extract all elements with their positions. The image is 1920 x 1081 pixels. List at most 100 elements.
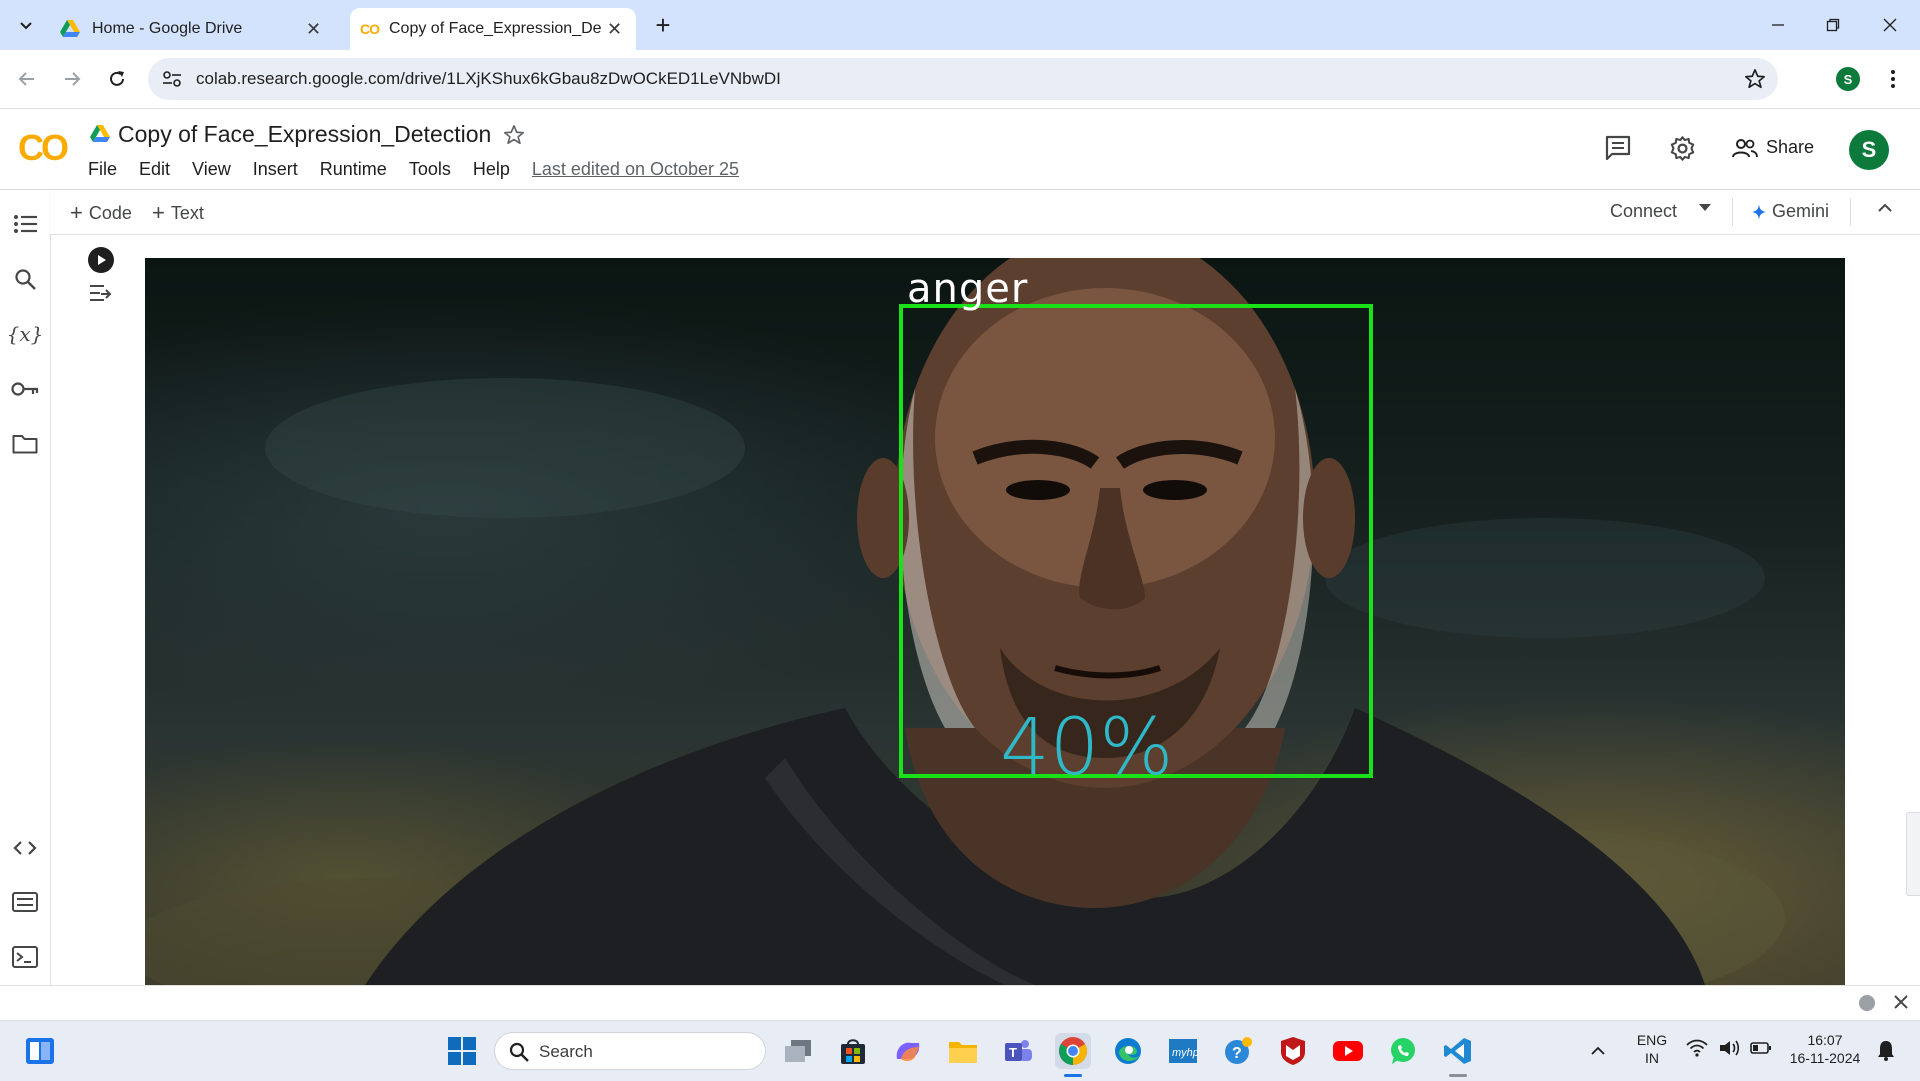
- cell-output-image: anger 40%: [145, 258, 1845, 985]
- restore-button[interactable]: [1815, 7, 1851, 43]
- settings-gear-icon[interactable]: [1669, 135, 1696, 162]
- collapse-header-button[interactable]: [1877, 203, 1893, 213]
- menu-file[interactable]: File: [88, 159, 117, 180]
- restore-icon: [1826, 18, 1840, 32]
- task-view-button[interactable]: [780, 1033, 816, 1069]
- colab-logo[interactable]: CO: [18, 127, 69, 169]
- share-button[interactable]: Share: [1732, 137, 1814, 158]
- address-bar[interactable]: colab.research.google.com/drive/1LXjKShu…: [148, 58, 1778, 100]
- back-button[interactable]: [9, 61, 45, 97]
- find-replace-button[interactable]: [9, 263, 41, 295]
- star-icon[interactable]: [503, 124, 525, 146]
- add-code-cell-button[interactable]: + Code: [70, 200, 132, 226]
- new-tab-button[interactable]: +: [645, 7, 681, 43]
- connect-button[interactable]: Connect: [1610, 201, 1677, 222]
- browser-toolbar: colab.research.google.com/drive/1LXjKShu…: [0, 50, 1920, 109]
- files-button[interactable]: [9, 428, 41, 460]
- minimize-button[interactable]: [1760, 7, 1796, 43]
- arrow-right-icon: [65, 72, 81, 86]
- profile-avatar[interactable]: S: [1836, 67, 1860, 91]
- menu-view[interactable]: View: [192, 159, 231, 180]
- quick-settings-button[interactable]: [1686, 1039, 1772, 1057]
- chrome-taskbar-button[interactable]: [1055, 1033, 1091, 1069]
- widgets-button[interactable]: [22, 1033, 58, 1069]
- tab-search-dropdown-button[interactable]: [8, 7, 44, 43]
- store-icon: [841, 1039, 865, 1064]
- teams-button[interactable]: T: [1000, 1033, 1036, 1069]
- windows-taskbar: Search T myhp ? ENG IN 16:07 16-11-2024: [0, 1020, 1920, 1081]
- close-icon: [1894, 995, 1908, 1009]
- menu-edit[interactable]: Edit: [139, 159, 170, 180]
- task-view-icon: [785, 1040, 811, 1062]
- notifications-button[interactable]: [1876, 1039, 1896, 1066]
- show-hidden-icons-button[interactable]: [1590, 1043, 1606, 1061]
- tab-colab-notebook[interactable]: CO Copy of Face_Expression_Detect ✕: [350, 8, 636, 50]
- key-icon: [11, 382, 39, 396]
- variables-button[interactable]: {𝑥}: [7, 318, 44, 350]
- copilot-icon: [896, 1042, 920, 1062]
- mcafee-button[interactable]: [1275, 1033, 1311, 1069]
- menu-bar: File Edit View Insert Runtime Tools Help…: [88, 159, 761, 180]
- share-label: Share: [1766, 137, 1815, 157]
- gemini-button[interactable]: Gemini: [1752, 201, 1829, 222]
- taskbar-search-box[interactable]: Search: [494, 1032, 766, 1070]
- vscode-button[interactable]: [1440, 1033, 1476, 1069]
- chevron-down-icon: [20, 22, 32, 30]
- forward-button[interactable]: [54, 61, 90, 97]
- tab-google-drive[interactable]: Home - Google Drive ✕: [50, 8, 340, 50]
- mylip-app-button[interactable]: myhp: [1165, 1033, 1201, 1069]
- search-icon: [509, 1042, 529, 1062]
- table-of-contents-button[interactable]: [9, 208, 41, 240]
- search-placeholder: Search: [539, 1042, 593, 1061]
- copilot-button[interactable]: [890, 1033, 926, 1069]
- google-drive-icon: [60, 20, 80, 37]
- menu-tools[interactable]: Tools: [409, 159, 451, 180]
- notebook-toolbar: + Code + Text Connect Gemini: [50, 190, 1920, 235]
- microsoft-store-button[interactable]: [835, 1033, 871, 1069]
- menu-help[interactable]: Help: [473, 159, 510, 180]
- close-icon[interactable]: ✕: [607, 19, 622, 40]
- run-cell-button[interactable]: [88, 247, 114, 273]
- edge-button[interactable]: [1110, 1033, 1146, 1069]
- close-window-button[interactable]: [1872, 7, 1908, 43]
- secrets-button[interactable]: [9, 373, 41, 405]
- scrollbar-thumb[interactable]: [1906, 812, 1920, 896]
- reload-button[interactable]: [99, 61, 135, 97]
- connect-label: Connect: [1610, 201, 1678, 221]
- user-avatar[interactable]: S: [1849, 130, 1889, 170]
- help-icon: ?: [1225, 1037, 1252, 1064]
- windows-logo-icon: [448, 1037, 476, 1065]
- last-edited-link[interactable]: Last edited on October 25: [532, 159, 739, 180]
- menu-runtime[interactable]: Runtime: [320, 159, 387, 180]
- emotion-label: anger: [907, 266, 1029, 312]
- start-button[interactable]: [444, 1033, 480, 1069]
- output-actions-button[interactable]: [88, 282, 114, 311]
- runtime-dropdown-button[interactable]: [1698, 202, 1712, 212]
- svg-text:?: ?: [1232, 1045, 1242, 1062]
- input-language-indicator[interactable]: ENG IN: [1632, 1031, 1672, 1067]
- bookmark-star-icon[interactable]: [1744, 68, 1766, 90]
- browser-menu-button[interactable]: [1875, 61, 1911, 97]
- folder-icon: [949, 1042, 977, 1063]
- battery-icon: [1750, 1042, 1771, 1054]
- close-status-button[interactable]: [1893, 994, 1909, 1015]
- url-text[interactable]: colab.research.google.com/drive/1LXjKShu…: [196, 69, 781, 89]
- site-settings-icon[interactable]: [162, 70, 182, 88]
- toolbar-divider: [1732, 198, 1733, 226]
- file-explorer-button[interactable]: [945, 1033, 981, 1069]
- whatsapp-button[interactable]: [1385, 1033, 1421, 1069]
- terminal-button[interactable]: [9, 941, 41, 973]
- menu-insert[interactable]: Insert: [253, 159, 298, 180]
- help-app-button[interactable]: ?: [1220, 1033, 1256, 1069]
- clock-button[interactable]: 16:07 16-11-2024: [1780, 1031, 1870, 1067]
- close-icon[interactable]: ✕: [306, 19, 321, 40]
- whatsapp-icon: [1391, 1038, 1415, 1064]
- colab-header: CO Copy of Face_Expression_Detection Fil…: [0, 109, 1920, 190]
- left-sidebar-rail: {𝑥}: [0, 190, 51, 985]
- notebook-title[interactable]: Copy of Face_Expression_Detection: [118, 121, 491, 148]
- add-text-cell-button[interactable]: + Text: [152, 200, 204, 226]
- youtube-button[interactable]: [1330, 1033, 1366, 1069]
- comments-icon[interactable]: [1604, 135, 1632, 161]
- command-palette-button[interactable]: [9, 886, 41, 918]
- code-snippets-button[interactable]: [9, 832, 41, 864]
